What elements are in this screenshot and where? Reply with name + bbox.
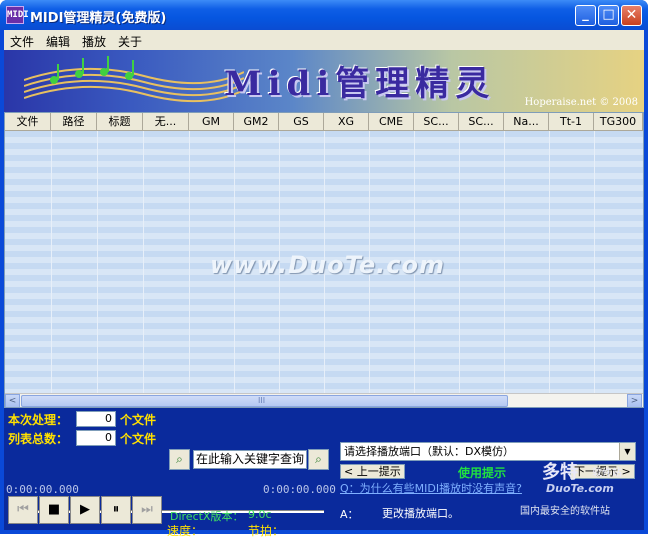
- app-icon: MIDI: [6, 6, 29, 24]
- column-header[interactable]: Tt-1: [549, 113, 594, 131]
- speed-label: 速度：: [167, 524, 204, 538]
- processed-unit: 个文件: [120, 413, 157, 427]
- menu-edit[interactable]: 编辑: [46, 33, 70, 50]
- column-divider: [459, 131, 460, 393]
- directx-label: DirectX版本：: [170, 510, 244, 523]
- column-header[interactable]: XG: [324, 113, 369, 131]
- hint-question-link[interactable]: Q：为什么有些MIDI播放时没有声音?: [340, 480, 522, 496]
- scroll-thumb[interactable]: III: [21, 395, 508, 407]
- title-bar[interactable]: MIDI MIDI管理精灵(免费版) _ □ ✕: [0, 0, 648, 30]
- column-header[interactable]: 标题: [97, 113, 143, 131]
- window-title: MIDI管理精灵(免费版): [30, 11, 167, 26]
- scroll-right-button[interactable]: >: [627, 394, 642, 407]
- play-button[interactable]: ▶: [70, 496, 100, 524]
- column-header[interactable]: GM2: [234, 113, 279, 131]
- music-notes-icon: [24, 56, 244, 103]
- column-header[interactable]: TG300: [594, 113, 643, 131]
- client-area: 文件 编辑 播放 关于 Midi管理精灵 Hoperaise.net © 200…: [4, 30, 644, 538]
- column-divider: [189, 131, 190, 393]
- menu-about[interactable]: 关于: [118, 33, 142, 50]
- midi-file-table[interactable]: 文件 路径 标题 无... GM GM2 GS XG CME SC... SC.…: [4, 112, 644, 408]
- scroll-left-button[interactable]: <: [5, 394, 20, 407]
- app-window: MIDI MIDI管理精灵(免费版) _ □ ✕ 文件 编辑 播放 关于 Mid…: [0, 0, 648, 538]
- column-header[interactable]: 路径: [51, 113, 97, 131]
- column-header[interactable]: CME: [369, 113, 414, 131]
- column-header[interactable]: GS: [279, 113, 324, 131]
- prev-hint-button[interactable]: < 上一提示: [340, 464, 405, 479]
- time-start: 0:00:00.000: [6, 483, 79, 496]
- last-track-button[interactable]: ⏭: [132, 496, 162, 524]
- horizontal-scrollbar[interactable]: < III >: [5, 393, 643, 407]
- menu-file[interactable]: 文件: [10, 33, 34, 50]
- answer-prefix: A：: [340, 508, 359, 521]
- pause-button[interactable]: ⏸: [101, 496, 131, 524]
- menu-play[interactable]: 播放: [82, 33, 106, 50]
- banner-copyright: Hoperaise.net © 2008: [524, 97, 638, 108]
- stop-button[interactable]: ■: [39, 496, 69, 524]
- minimize-button[interactable]: _: [575, 5, 596, 26]
- column-divider: [549, 131, 550, 393]
- answer-text: 更改播放端口。: [382, 507, 459, 520]
- total-unit: 个文件: [120, 432, 157, 446]
- duote-logo: 多特 软件站 DuoTe.com 国内最安全的软件站: [508, 454, 638, 517]
- column-divider: [97, 131, 98, 393]
- processed-count: 0: [76, 411, 116, 427]
- first-track-button[interactable]: ⏮: [8, 496, 38, 524]
- logo-tagline: 国内最安全的软件站: [520, 506, 610, 517]
- processed-label: 本次处理：: [8, 413, 69, 427]
- column-divider: [51, 131, 52, 393]
- banner-title: Midi管理精灵: [224, 64, 496, 104]
- close-button[interactable]: ✕: [621, 5, 642, 26]
- column-header[interactable]: SC...: [414, 113, 459, 131]
- search-icon[interactable]: ⌕: [169, 449, 190, 470]
- search-next-icon[interactable]: ⌕: [308, 449, 329, 470]
- watermark: www.DuoTe.com: [210, 251, 445, 279]
- logo-small-text: 软件站: [592, 468, 622, 479]
- directx-version: 9.0c: [248, 508, 272, 521]
- time-end: 0:00:00.000: [263, 483, 336, 496]
- total-count: 0: [76, 430, 116, 446]
- column-divider: [143, 131, 144, 393]
- column-divider: [594, 131, 595, 393]
- search-input[interactable]: 在此输入关键字查询: [193, 450, 307, 469]
- column-header[interactable]: 文件: [5, 113, 51, 131]
- column-header[interactable]: Na...: [504, 113, 549, 131]
- column-header[interactable]: SC...: [459, 113, 504, 131]
- total-label: 列表总数：: [8, 432, 69, 446]
- menu-bar: 文件 编辑 播放 关于: [4, 30, 644, 50]
- scroll-grip: III: [258, 396, 266, 405]
- column-header[interactable]: 无...: [143, 113, 189, 131]
- port-select-value: 请选择播放端口（默认：DX模仿）: [344, 445, 515, 458]
- maximize-button[interactable]: □: [598, 5, 619, 26]
- usage-hint-title: 使用提示: [458, 466, 507, 480]
- column-header[interactable]: GM: [189, 113, 234, 131]
- column-divider: [504, 131, 505, 393]
- banner: Midi管理精灵 Hoperaise.net © 2008: [4, 50, 644, 112]
- logo-url-text: DuoTe.com: [546, 482, 614, 495]
- logo-big-text: 多特: [542, 462, 578, 483]
- beat-label: 节拍：: [248, 524, 285, 538]
